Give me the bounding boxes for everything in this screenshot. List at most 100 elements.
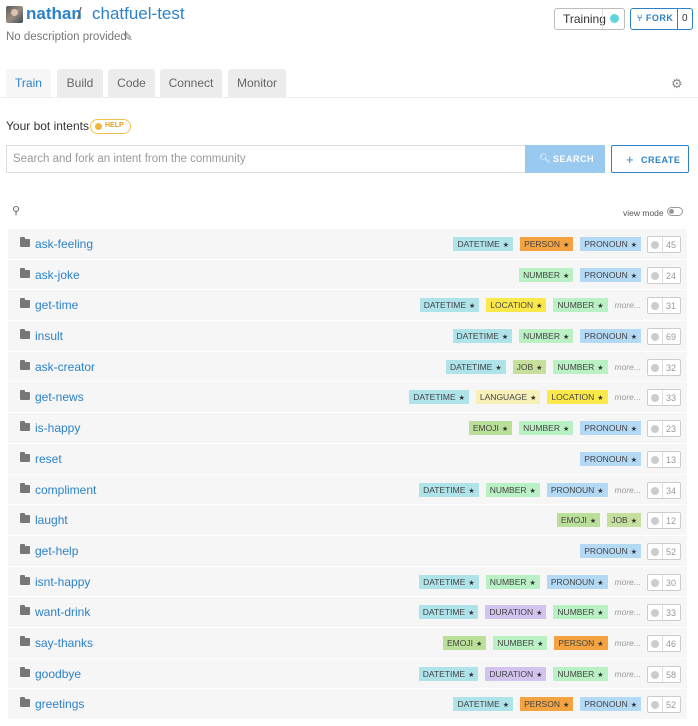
more-tags-link[interactable]: more...	[615, 392, 641, 402]
entity-tag[interactable]: DATETIME ★	[453, 237, 514, 251]
entity-tag[interactable]: NUMBER ★	[519, 329, 574, 344]
more-tags-link[interactable]: more...	[615, 300, 641, 310]
expression-count-badge[interactable]: 31	[647, 297, 681, 315]
tab-build[interactable]: Build	[57, 69, 103, 97]
intent-row[interactable]: say-thanks EMOJI ★ NUMBER ★ PERSON ★ more... 46	[8, 627, 687, 659]
intent-row[interactable]: is-happy EMOJI ★ NUMBER ★ PRONOUN ★ 23	[8, 413, 687, 444]
intent-name-link[interactable]: get-news	[35, 390, 84, 404]
intent-row[interactable]: isnt-happy DATETIME ★ NUMBER ★ PRONOUN ★ more..…	[8, 566, 687, 598]
entity-tag[interactable]: NUMBER ★	[553, 666, 608, 681]
entity-tag[interactable]: JOB ★	[512, 359, 547, 374]
intent-row[interactable]: get-time DATETIME ★ LOCATION ★ NUMBER ★ more...…	[8, 290, 687, 322]
expression-count-badge[interactable]: 13	[647, 450, 681, 468]
intent-name-link[interactable]: ask-feeling	[35, 237, 93, 251]
entity-tag[interactable]: DATETIME ★	[419, 482, 479, 497]
entity-tag[interactable]: DATETIME ★	[452, 329, 513, 344]
tab-train[interactable]: Train	[6, 69, 51, 97]
entity-tag[interactable]: DATETIME ★	[419, 298, 480, 313]
entity-tag[interactable]: NUMBER ★	[553, 298, 608, 313]
entity-tag[interactable]: DATETIME ★	[409, 390, 469, 405]
intent-name-link[interactable]: want-drink	[35, 605, 90, 619]
intent-name-link[interactable]: ask-joke	[35, 268, 80, 282]
expression-count-badge[interactable]: 23	[647, 420, 681, 438]
pencil-icon[interactable]: ✎	[123, 30, 133, 44]
entity-tag[interactable]: PRONOUN ★	[580, 237, 641, 251]
intent-row[interactable]: ask-creator DATETIME ★ JOB ★ NUMBER ★ more... 32	[8, 351, 687, 383]
entity-tag[interactable]: NUMBER ★	[485, 482, 540, 497]
intent-row[interactable]: reset PRONOUN ★ 13	[8, 443, 687, 475]
expression-count-badge[interactable]: 24	[647, 266, 681, 284]
intent-row[interactable]: laught EMOJI ★ JOB ★ 12	[8, 505, 687, 536]
tab-monitor[interactable]: Monitor	[228, 69, 286, 97]
intent-name-link[interactable]: greetings	[35, 697, 84, 711]
entity-tag[interactable]: DATETIME ★	[419, 574, 479, 589]
expression-count-badge[interactable]: 33	[647, 604, 681, 622]
expression-count-badge[interactable]: 58	[647, 665, 681, 683]
more-tags-link[interactable]: more...	[615, 485, 641, 495]
intent-name-link[interactable]: reset	[35, 452, 62, 466]
entity-tag[interactable]: PRONOUN ★	[580, 329, 641, 344]
entity-tag[interactable]: EMOJI ★	[556, 513, 601, 528]
tab-code[interactable]: Code	[108, 69, 155, 97]
intent-row[interactable]: insult DATETIME ★ NUMBER ★ PRONOUN ★ 69	[8, 321, 687, 352]
intent-name-link[interactable]: goodbye	[35, 667, 81, 681]
entity-tag[interactable]: EMOJI ★	[468, 421, 513, 436]
entity-tag[interactable]: LANGUAGE ★	[475, 390, 541, 405]
owner-link[interactable]: nathan	[26, 4, 82, 24]
intent-row[interactable]: get-news DATETIME ★ LANGUAGE ★ LOCATION ★ more.…	[8, 382, 687, 414]
intent-row[interactable]: get-help PRONOUN ★ 52	[8, 535, 687, 567]
more-tags-link[interactable]: more...	[615, 577, 641, 587]
intent-name-link[interactable]: say-thanks	[35, 636, 93, 650]
entity-tag[interactable]: NUMBER ★	[519, 421, 574, 436]
entity-tag[interactable]: PRONOUN ★	[546, 574, 608, 589]
expression-count-badge[interactable]: 69	[647, 328, 681, 346]
avatar[interactable]	[6, 6, 23, 23]
expression-count-badge[interactable]: 46	[647, 634, 681, 652]
intent-name-link[interactable]: ask-creator	[35, 360, 95, 374]
intent-row[interactable]: greetings DATETIME ★ PERSON ★ PRONOUN ★ 52	[8, 689, 687, 720]
help-button[interactable]: HELP	[90, 119, 131, 134]
fork-button[interactable]: ⑂ FORK 0	[630, 8, 693, 30]
intent-name-link[interactable]: is-happy	[35, 421, 80, 435]
view-mode-toggle[interactable]	[667, 207, 683, 216]
create-button[interactable]: + CREATE	[611, 145, 689, 173]
intent-name-link[interactable]: insult	[35, 329, 63, 343]
tab-connect[interactable]: Connect	[160, 69, 222, 97]
entity-tag[interactable]: LOCATION ★	[547, 390, 608, 405]
intent-row[interactable]: goodbye DATETIME ★ DURATION ★ NUMBER ★ more... 5…	[8, 658, 687, 690]
more-tags-link[interactable]: more...	[615, 362, 641, 372]
entity-tag[interactable]: NUMBER ★	[553, 605, 608, 620]
entity-tag[interactable]: LOCATION ★	[486, 298, 547, 313]
entity-tag[interactable]: PRONOUN ★	[546, 482, 608, 497]
entity-tag[interactable]: NUMBER ★	[493, 635, 548, 650]
intent-row[interactable]: ask-feeling DATETIME ★ PERSON ★ PRONOUN ★ 45	[8, 229, 687, 260]
expression-count-badge[interactable]: 12	[647, 512, 681, 530]
entity-tag[interactable]: NUMBER ★	[553, 359, 608, 374]
expression-count-badge[interactable]: 52	[647, 542, 681, 560]
entity-tag[interactable]: DATETIME ★	[445, 359, 506, 374]
entity-tag[interactable]: PERSON ★	[554, 635, 608, 650]
entity-tag[interactable]: PRONOUN ★	[580, 421, 641, 436]
search-button[interactable]: 🔍︎ SEARCH	[525, 145, 605, 173]
expression-count-badge[interactable]: 32	[647, 358, 681, 376]
repo-link[interactable]: chatfuel-test	[92, 4, 185, 24]
more-tags-link[interactable]: more...	[615, 638, 641, 648]
entity-tag[interactable]: JOB ★	[607, 513, 641, 528]
entity-tag[interactable]: PRONOUN ★	[580, 267, 641, 282]
entity-tag[interactable]: EMOJI ★	[442, 635, 487, 650]
expression-count-badge[interactable]: 34	[647, 481, 681, 499]
intent-name-link[interactable]: isnt-happy	[35, 575, 90, 589]
entity-tag[interactable]: DATETIME ★	[418, 666, 479, 681]
training-status-button[interactable]: Training	[554, 8, 625, 30]
entity-tag[interactable]: PERSON ★	[520, 697, 574, 712]
intent-name-link[interactable]: get-help	[35, 544, 78, 558]
intent-name-link[interactable]: compliment	[35, 483, 96, 497]
intent-name-link[interactable]: laught	[35, 513, 68, 527]
entity-tag[interactable]: DATETIME ★	[418, 605, 479, 620]
entity-tag[interactable]: DURATION ★	[485, 605, 547, 620]
intent-row[interactable]: compliment DATETIME ★ NUMBER ★ PRONOUN ★ more..…	[8, 474, 687, 506]
expression-count-badge[interactable]: 33	[647, 389, 681, 407]
intent-name-link[interactable]: get-time	[35, 298, 78, 312]
expression-count-badge[interactable]: 52	[647, 696, 681, 714]
gear-icon[interactable]: ⚙	[671, 76, 683, 92]
